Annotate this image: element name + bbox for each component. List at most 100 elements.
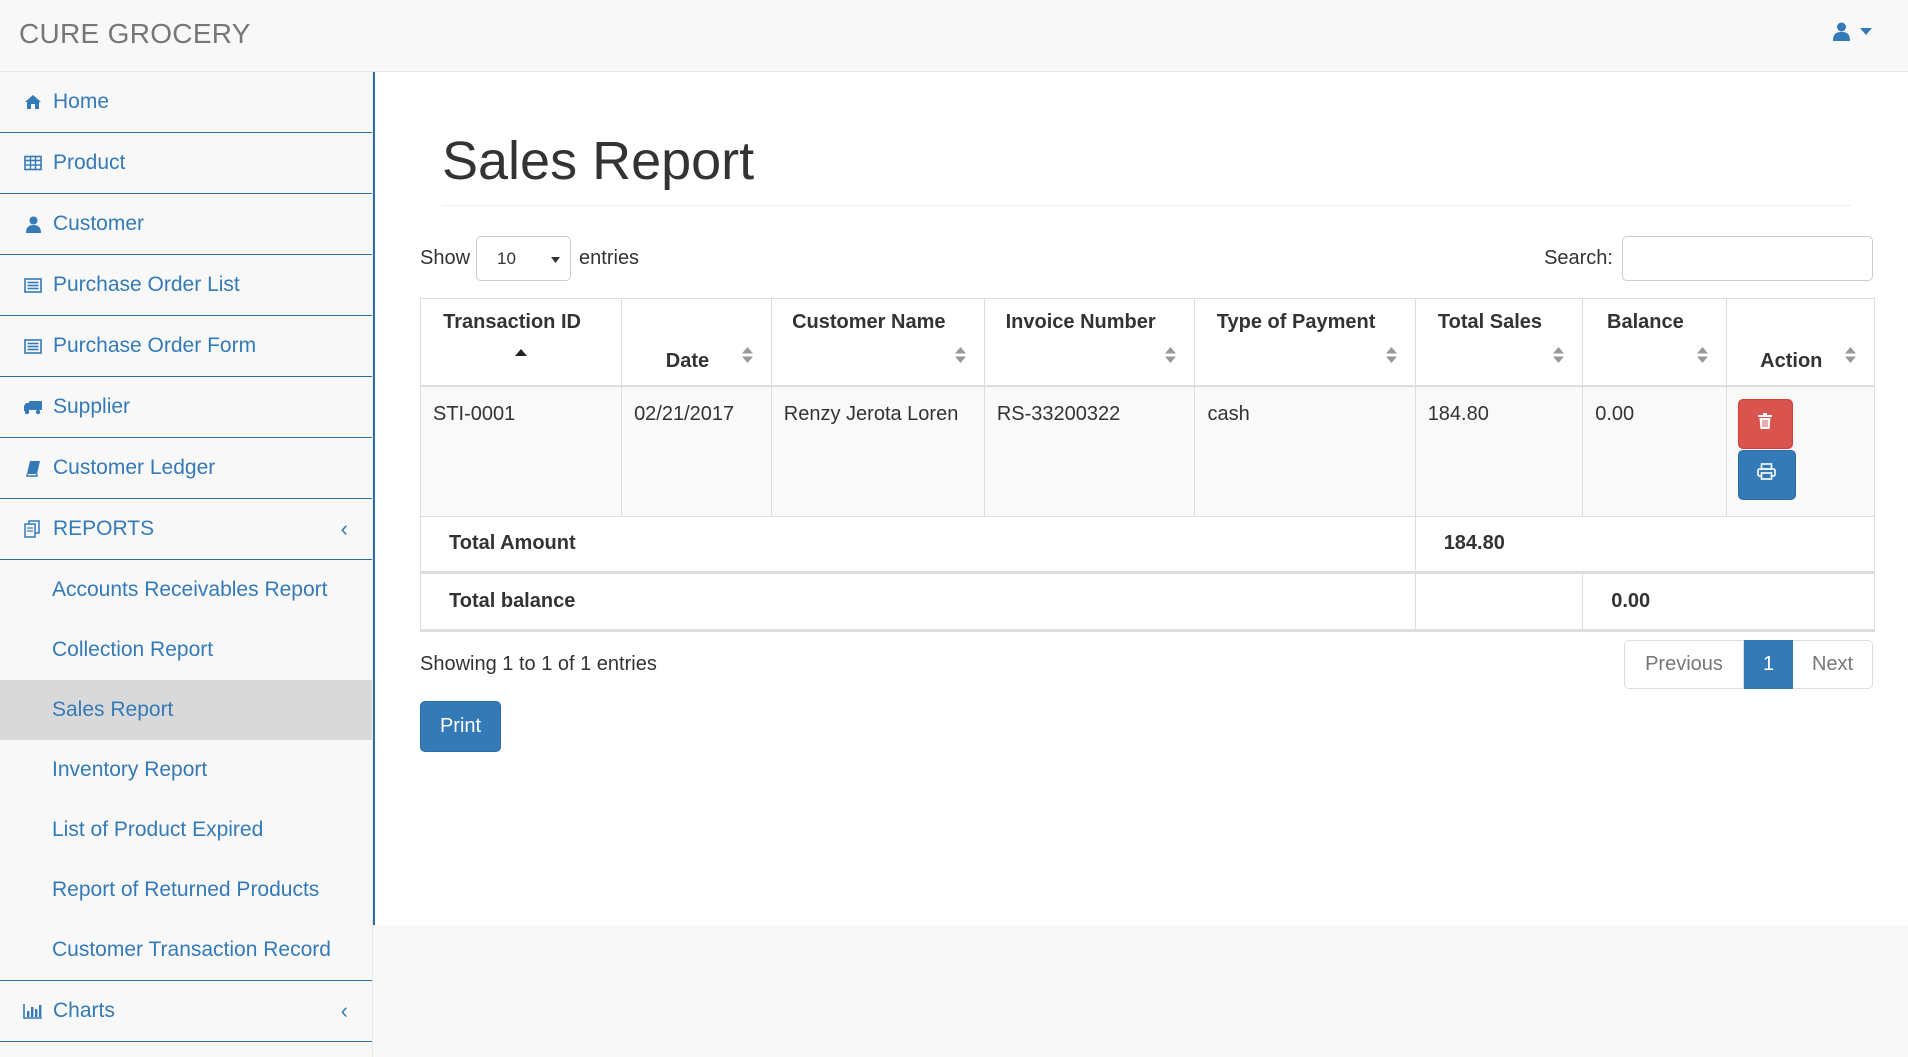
pagination-next-button[interactable]: Next [1793,640,1873,689]
sidebar-item-label: REPORTS [53,517,155,540]
print-button[interactable]: Print [420,701,501,752]
column-header-label: Invoice Number [1005,311,1156,333]
submenu-item-collection-report[interactable]: Collection Report [0,620,372,680]
sidebar-item-label: Customer [53,212,145,235]
entries-select[interactable]: 10 [476,236,572,281]
submenu-item-list-of-product-expired[interactable]: List of Product Expired [0,800,372,860]
sort-icon [1696,346,1708,369]
total-amount-label: Total Amount [420,515,1416,573]
column-header-label: Transaction ID [443,311,581,333]
total-balance-label: Total balance [420,570,1416,631]
chevron-left-icon[interactable]: ‹ [341,516,348,542]
entries-length-control: Show 10 entries [420,236,639,281]
caret-down-icon [551,249,561,269]
column-header-label: Balance [1607,311,1684,333]
table-search: Search: [1544,236,1873,281]
total-balance-value: 0.00 [1582,570,1875,631]
home-icon [22,91,44,113]
pagination-page-button[interactable]: 1 [1744,640,1793,689]
submenu-item-inventory-report[interactable]: Inventory Report [0,740,372,800]
column-header-label: Action [1760,349,1823,372]
brand-title[interactable]: CURE GROCERY [19,18,251,50]
sidebar-item-label: Purchase Order Form [53,334,257,357]
total-amount-row: Total Amount 184.80 [420,515,1876,573]
column-header-customer-name[interactable]: Customer Name [770,298,985,387]
column-header-label: Customer Name [792,311,946,333]
sidebar-item-label: Charts [53,999,115,1022]
table-header-row: Transaction ID Date Customer Name Invoic… [419,298,1876,387]
length-prefix-label: Show [420,247,471,269]
chevron-left-icon[interactable]: ‹ [341,998,348,1024]
sidebar-item-customer-ledger[interactable]: Customer Ledger [0,438,372,499]
sidebar-item-home[interactable]: Home [0,72,372,133]
column-header-type-of-payment[interactable]: Type of Payment [1194,298,1416,387]
sidebar-item-reports[interactable]: REPORTS ‹ [0,499,372,560]
column-header-label: Date [665,349,710,372]
user-icon [1833,22,1850,41]
cell-type-of-payment: cash [1194,385,1416,517]
truck-icon [22,396,44,418]
caret-down-icon [1860,27,1872,36]
sort-icon [1553,346,1565,369]
total-balance-row: Total balance 0.00 [420,570,1875,631]
table-row: STI-0001 02/21/2017 Renzy Jerota Loren R… [419,385,1876,517]
print-icon [1757,463,1776,486]
table-info: Showing 1 to 1 of 1 entries [420,653,657,675]
title-divider [442,205,1851,206]
sidebar-item-customer[interactable]: Customer [0,194,372,255]
search-label: Search: [1544,247,1613,269]
column-header-date[interactable]: Date [621,298,772,387]
column-header-invoice-number[interactable]: Invoice Number [983,298,1196,387]
user-icon [22,213,44,235]
total-amount-value: 184.80 [1414,515,1876,573]
main-content: Sales Report Show 10 entries Search: Tra… [373,72,1908,925]
sidebar-item-label: Supplier [53,395,131,418]
cell-customer-name: Renzy Jerota Loren [770,385,985,517]
delete-button[interactable] [1737,398,1793,449]
sort-icon [1165,346,1177,369]
sidebar: Home Product Customer Purchase Order Lis… [0,72,373,1057]
list-alt-icon [22,335,44,357]
sidebar-item-label: Purchase Order List [53,273,240,296]
submenu-item-report-of-returned-products[interactable]: Report of Returned Products [0,860,372,920]
page-title: Sales Report [442,131,755,191]
user-menu-toggle[interactable] [1833,22,1872,41]
total-balance-spacer [1414,570,1584,631]
column-header-action[interactable]: Action [1725,298,1876,387]
submenu-item-accounts-receivables-report[interactable]: Accounts Receivables Report [0,560,372,620]
list-alt-icon [22,274,44,296]
search-input[interactable] [1622,236,1873,281]
entries-select-value: 10 [497,248,516,268]
cell-total-sales: 184.80 [1414,385,1584,517]
trash-icon [1758,412,1773,435]
sidebar-item-supplier[interactable]: Supplier [0,377,372,438]
cell-invoice-number: RS-33200322 [983,385,1196,517]
submenu-item-customer-transaction-record[interactable]: Customer Transaction Record [0,920,372,980]
pagination-previous-button[interactable]: Previous [1624,640,1744,689]
length-suffix-label: entries [579,247,640,269]
sidebar-item-purchase-order-list[interactable]: Purchase Order List [0,255,372,316]
sort-icon [1385,346,1397,369]
column-header-label: Type of Payment [1216,311,1376,333]
table-icon [22,152,44,174]
cell-date: 02/21/2017 [621,385,772,517]
sidebar-item-label: Product [53,151,126,174]
sort-asc-icon [421,339,621,362]
sidebar-item-purchase-order-form[interactable]: Purchase Order Form [0,316,372,377]
bar-chart-icon [22,1000,44,1022]
sidebar-item-label: Customer Ledger [53,456,216,479]
files-icon [22,518,44,540]
sidebar-item-product[interactable]: Product [0,133,372,194]
top-navbar: CURE GROCERY [0,0,1908,72]
cell-transaction-id: STI-0001 [419,385,623,517]
column-header-total-sales[interactable]: Total Sales [1414,298,1584,387]
column-header-transaction-id[interactable]: Transaction ID [419,298,623,387]
column-header-balance[interactable]: Balance [1582,298,1727,387]
sidebar-item-charts[interactable]: Charts ‹ [0,981,372,1042]
sales-report-table: Transaction ID Date Customer Name Invoic… [419,298,1876,632]
submenu-item-sales-report[interactable]: Sales Report [0,680,372,740]
sort-icon [741,346,753,369]
print-row-button[interactable] [1737,449,1796,500]
sort-icon [954,346,966,369]
cell-balance: 0.00 [1582,385,1727,517]
